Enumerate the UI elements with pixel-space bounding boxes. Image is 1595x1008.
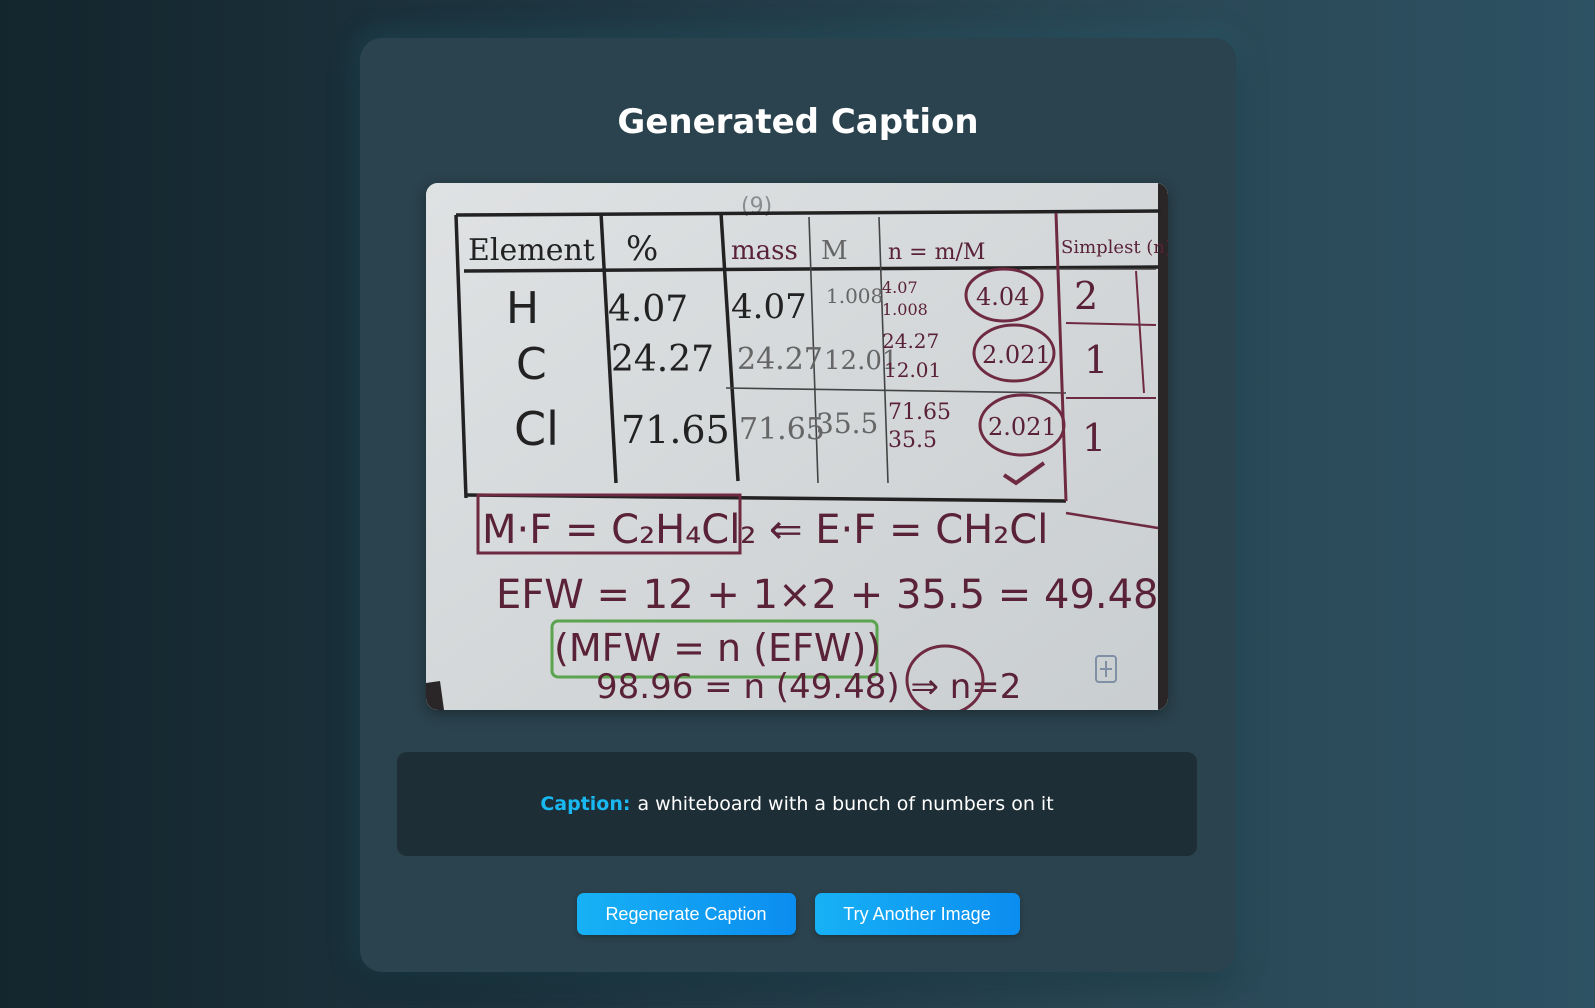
image-header-mass: mass — [731, 236, 798, 266]
image-row-M: 35.5 — [816, 407, 878, 440]
regenerate-caption-button[interactable]: Regenerate Caption — [576, 893, 796, 935]
image-row-mass: 24.27 — [737, 342, 823, 377]
image-row-calc-den: 35.5 — [888, 428, 937, 453]
image-line-4: 98.96 = n (49.48) ⇒ n=2 — [596, 667, 1021, 707]
try-another-image-button[interactable]: Try Another Image — [814, 893, 1020, 935]
image-row-calc-num: 71.65 — [888, 400, 951, 425]
image-row-n: 2.021 — [988, 413, 1057, 441]
action-buttons: Regenerate Caption Try Another Image — [360, 893, 1236, 935]
image-header-element: Element — [468, 233, 595, 268]
caption-box: Caption: a whiteboard with a bunch of nu… — [397, 752, 1197, 856]
caption-text: a whiteboard with a bunch of numbers on … — [637, 793, 1054, 815]
image-row-calc-den: 1.008 — [882, 300, 928, 319]
image-row-calc-den: 12.01 — [884, 358, 941, 382]
image-row-element: Cl — [514, 402, 559, 456]
image-row-n: 4.04 — [976, 283, 1029, 311]
image-row-percent: 71.65 — [621, 408, 730, 452]
image-row-simple: 2 — [1074, 274, 1098, 318]
image-row-simple: 1 — [1084, 338, 1108, 382]
image-row-calc-num: 24.27 — [882, 329, 939, 353]
image-line-3: (MFW = n (EFW)) — [554, 626, 881, 670]
page-title: Generated Caption — [617, 102, 979, 142]
image-line-1: M·F = C₂H₄Cl₂ ⇐ E·F = CH₂Cl — [482, 507, 1048, 553]
image-page-marker: (9) — [741, 194, 772, 219]
image-header-M: M — [821, 236, 848, 266]
caption-card: Generated Caption (9) Element % mass M n… — [360, 38, 1236, 972]
uploaded-image: (9) Element % mass M n = m/M Simplest (n… — [426, 183, 1168, 710]
image-line-2: EFW = 12 + 1×2 + 35.5 = 49.48 — [496, 572, 1159, 618]
image-header-simplest: Simplest (n) — [1061, 237, 1168, 258]
image-header-n: n = m/M — [888, 240, 985, 265]
image-row-mass: 71.65 — [739, 412, 825, 447]
image-row-simple: 1 — [1082, 416, 1106, 460]
image-row-element: C — [516, 339, 547, 390]
image-row-percent: 24.27 — [611, 339, 714, 380]
image-row-calc-num: 4.07 — [882, 278, 918, 297]
image-row-mass: 4.07 — [731, 287, 807, 327]
caption-label: Caption: — [540, 793, 631, 815]
image-row-M: 1.008 — [826, 284, 883, 308]
image-header-percent: % — [626, 229, 658, 269]
image-row-percent: 4.07 — [608, 289, 688, 330]
image-row-n: 2.021 — [982, 341, 1051, 369]
image-row-element: H — [506, 283, 539, 334]
